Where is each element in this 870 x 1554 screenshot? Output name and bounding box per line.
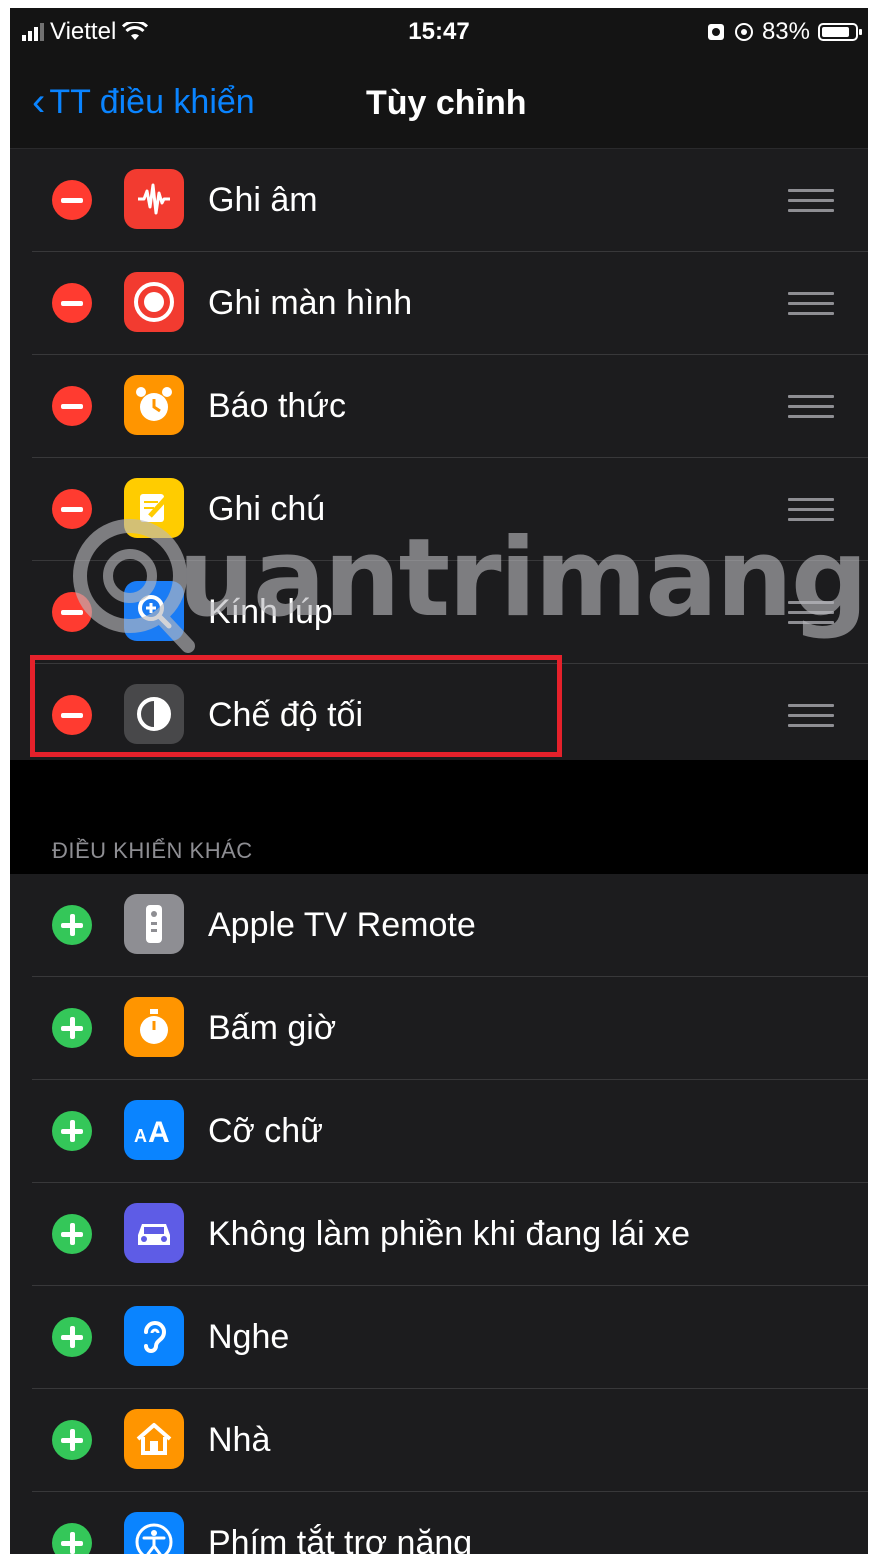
- remove-button[interactable]: [52, 180, 92, 220]
- available-control-row: A A Cỡ chữ: [10, 1080, 868, 1183]
- more-controls-list: Apple TV Remote Bấm giờ A A Cỡ chữ Không làm …: [10, 874, 868, 1554]
- available-control-row: Bấm giờ: [10, 977, 868, 1080]
- available-control-row: Nhà: [10, 1389, 868, 1492]
- home-icon: [124, 1409, 184, 1469]
- battery-percent: 83%: [761, 18, 810, 45]
- back-button[interactable]: ‹ TT điều khiển: [32, 82, 255, 122]
- alarm-icon: [124, 375, 184, 435]
- control-label: Ghi chú: [208, 490, 326, 528]
- remove-button[interactable]: [52, 283, 92, 323]
- plus-icon-vertical: [69, 1223, 75, 1245]
- navigation-bar: ‹ TT điều khiển Tùy chỉnh: [10, 56, 868, 149]
- control-label: Phím tắt trợ năng: [208, 1524, 473, 1554]
- control-label: Không làm phiền khi đang lái xe: [208, 1215, 690, 1253]
- reorder-handle-icon[interactable]: [788, 601, 834, 631]
- included-control-row: Báo thức: [10, 355, 868, 458]
- minus-icon: [61, 609, 83, 615]
- accessibility-icon: [124, 1512, 184, 1554]
- remove-button[interactable]: [52, 592, 92, 632]
- minus-icon: [61, 300, 83, 306]
- available-control-row: Apple TV Remote: [10, 874, 868, 977]
- remove-button[interactable]: [52, 489, 92, 529]
- svg-text:A: A: [148, 1116, 170, 1149]
- plus-icon-vertical: [69, 1326, 75, 1348]
- control-label: Cỡ chữ: [208, 1112, 323, 1150]
- add-button[interactable]: [52, 1008, 92, 1048]
- minus-icon: [61, 506, 83, 512]
- highlight-box: [30, 655, 562, 757]
- control-label: Kính lúp: [208, 593, 333, 631]
- magnifier-icon: [124, 581, 184, 641]
- car-icon: [124, 1203, 184, 1263]
- control-label: Nhà: [208, 1421, 271, 1459]
- alarm-status-icon: [707, 24, 724, 40]
- plus-icon-vertical: [69, 1429, 75, 1451]
- plus-icon-vertical: [69, 1532, 75, 1554]
- reorder-handle-icon[interactable]: [788, 704, 834, 734]
- text-size-icon: AA: [124, 1100, 184, 1160]
- status-bar: Viettel 15:47 83%: [10, 8, 868, 56]
- control-label: Apple TV Remote: [208, 906, 476, 944]
- included-control-row: Ghi âm: [10, 149, 868, 252]
- notes-icon: [124, 478, 184, 538]
- control-label: Ghi màn hình: [208, 284, 413, 322]
- add-button[interactable]: [52, 1111, 92, 1151]
- section-header-label: ĐIỀU KHIỂN KHÁC: [52, 838, 253, 863]
- minus-icon: [61, 197, 83, 203]
- add-button[interactable]: [52, 1420, 92, 1460]
- included-control-row: Ghi chú: [10, 458, 868, 561]
- svg-text:A: A: [134, 1126, 147, 1146]
- stopwatch-icon: [124, 997, 184, 1057]
- section-header: ĐIỀU KHIỂN KHÁC: [10, 760, 868, 874]
- chevron-left-icon: ‹: [32, 80, 46, 124]
- add-button[interactable]: [52, 905, 92, 945]
- voice-memo-icon: [124, 169, 184, 229]
- add-button[interactable]: [52, 1214, 92, 1254]
- available-control-row: Nghe: [10, 1286, 868, 1389]
- status-right: 83%: [706, 18, 862, 46]
- back-label: TT điều khiển: [49, 82, 255, 121]
- reorder-handle-icon[interactable]: [788, 292, 834, 322]
- control-label: Báo thức: [208, 387, 347, 425]
- reorder-handle-icon[interactable]: [788, 498, 834, 528]
- control-label: Bấm giờ: [208, 1009, 337, 1047]
- included-control-row: Ghi màn hình: [10, 252, 868, 355]
- control-label: Ghi âm: [208, 181, 318, 219]
- available-control-row: Phím tắt trợ năng: [10, 1492, 868, 1554]
- reorder-handle-icon[interactable]: [788, 189, 834, 219]
- plus-icon-vertical: [69, 1017, 75, 1039]
- reorder-handle-icon[interactable]: [788, 395, 834, 425]
- screen-record-icon: [124, 272, 184, 332]
- remove-button[interactable]: [52, 386, 92, 426]
- included-control-row: Kính lúp: [10, 561, 868, 664]
- add-button[interactable]: [52, 1317, 92, 1357]
- plus-icon-vertical: [69, 914, 75, 936]
- ear-icon: [124, 1306, 184, 1366]
- tv-remote-icon: [124, 894, 184, 954]
- available-control-row: Không làm phiền khi đang lái xe: [10, 1183, 868, 1286]
- add-button[interactable]: [52, 1523, 92, 1554]
- page-title: Tùy chỉnh: [366, 84, 527, 122]
- battery-icon: [818, 23, 862, 41]
- phone-screen: Viettel 15:47 83% ‹ TT điều khiển Tùy ch…: [10, 8, 868, 1554]
- orientation-lock-icon: [734, 23, 753, 41]
- control-label: Nghe: [208, 1318, 290, 1356]
- plus-icon-vertical: [69, 1120, 75, 1142]
- minus-icon: [61, 403, 83, 409]
